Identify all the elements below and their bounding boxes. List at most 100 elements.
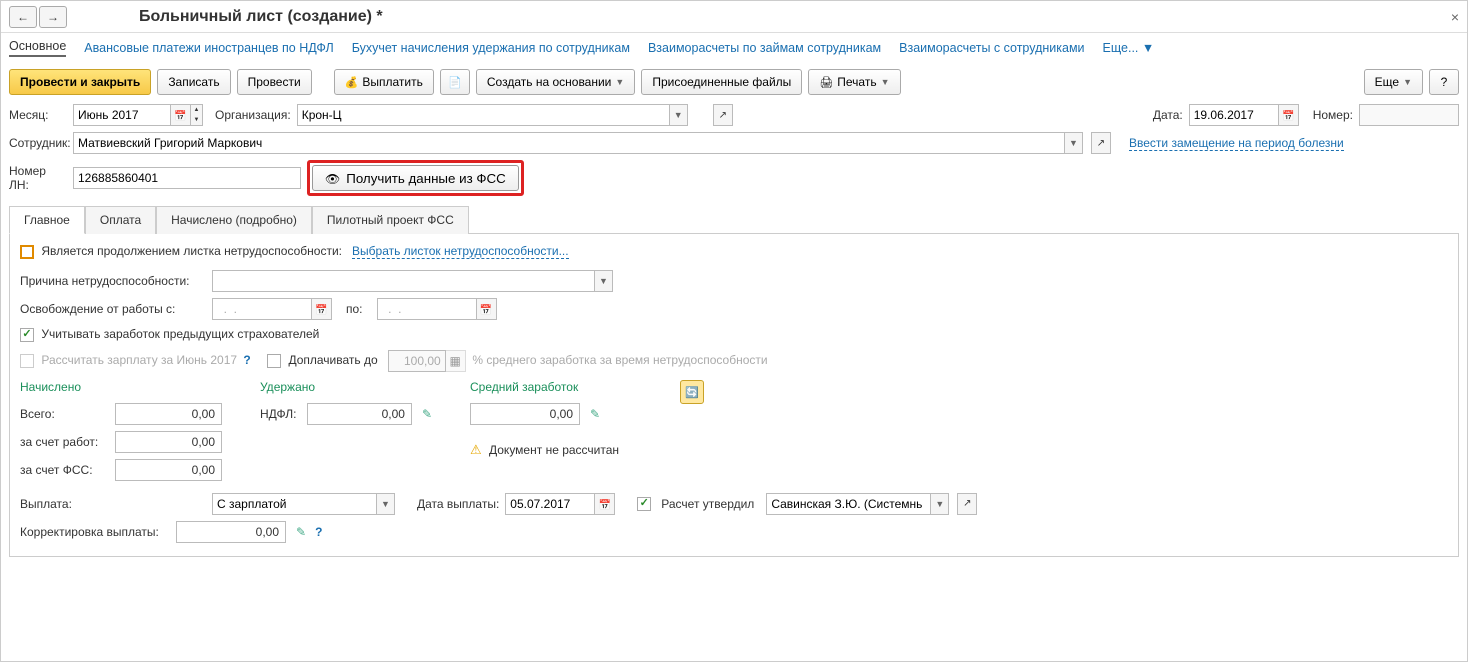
org-input[interactable]: [297, 104, 670, 126]
nav-main[interactable]: Основное: [9, 39, 66, 57]
prev-insurers-label: Учитывать заработок предыдущих страховат…: [41, 327, 319, 341]
pay-button[interactable]: Выплатить: [334, 69, 434, 95]
withheld-heading: Удержано: [260, 380, 440, 394]
approver-dropdown-button[interactable]: ▼: [931, 493, 949, 515]
org-open-button[interactable]: ↗: [713, 104, 733, 126]
release-from-calendar[interactable]: [312, 298, 332, 320]
more-button[interactable]: Еще ▼: [1364, 69, 1423, 95]
month-calendar-button[interactable]: [171, 104, 191, 126]
employer-label: за счет работ:: [20, 435, 109, 449]
nav-advance-payments[interactable]: Авансовые платежи иностранцев по НДФЛ: [84, 41, 333, 55]
approved-checkbox[interactable]: [637, 497, 651, 511]
approver-input[interactable]: [766, 493, 931, 515]
fss-highlight: Получить данные из ФСС: [307, 160, 524, 196]
continuation-label: Является продолжением листка нетрудоспос…: [41, 244, 342, 258]
ndfl-edit-icon[interactable]: ✎: [422, 407, 432, 421]
print-icon: [819, 75, 833, 89]
ln-input[interactable]: [73, 167, 301, 189]
calc-salary-checkbox: [20, 354, 34, 368]
tabs: Главное Оплата Начислено (подробно) Пило…: [9, 205, 1459, 234]
nav-loans[interactable]: Взаиморасчеты по займам сотрудникам: [648, 41, 881, 55]
release-from-label: Освобождение от работы с:: [20, 302, 206, 316]
create-based-button[interactable]: Создать на основании ▼: [476, 69, 635, 95]
continuation-checkbox[interactable]: [20, 245, 34, 259]
calendar-icon: [599, 497, 611, 511]
tab-accrued-detail[interactable]: Начислено (подробно): [156, 206, 312, 234]
write-button[interactable]: Записать: [157, 69, 230, 95]
total-value[interactable]: 0,00: [115, 403, 222, 425]
payout-dropdown-button[interactable]: ▼: [377, 493, 395, 515]
nav-forward-button[interactable]: →: [39, 6, 67, 28]
approver-open-button[interactable]: ↗: [957, 493, 977, 515]
section-nav: Основное Авансовые платежи иностранцев п…: [1, 33, 1467, 63]
avg-value[interactable]: 0,00: [470, 403, 580, 425]
total-label: Всего:: [20, 407, 109, 421]
employee-label: Сотрудник:: [9, 136, 67, 150]
prev-insurers-checkbox[interactable]: [20, 328, 34, 342]
doc-icon-button[interactable]: [440, 69, 470, 95]
help-correction[interactable]: ?: [315, 525, 322, 539]
date-label: Дата:: [1153, 108, 1183, 122]
topup-spinner-button: ▦: [446, 350, 466, 372]
post-and-close-button[interactable]: Провести и закрыть: [9, 69, 151, 95]
release-to-calendar[interactable]: [477, 298, 497, 320]
nav-more-dropdown[interactable]: Еще... ▼: [1103, 41, 1155, 55]
topbar: ← → Больничный лист (создание) * ×: [1, 1, 1467, 33]
topup-checkbox[interactable]: [267, 354, 281, 368]
nav-back-button[interactable]: ←: [9, 6, 37, 28]
ndfl-value[interactable]: 0,00: [307, 403, 411, 425]
avg-edit-icon[interactable]: ✎: [590, 407, 600, 421]
calendar-icon: [1282, 108, 1294, 122]
nav-accounting[interactable]: Бухучет начисления удержания по сотрудни…: [352, 41, 630, 55]
tab-payment[interactable]: Оплата: [85, 206, 156, 234]
payout-input[interactable]: [212, 493, 377, 515]
release-to-input[interactable]: [377, 298, 477, 320]
number-input[interactable]: [1359, 104, 1459, 126]
org-label: Организация:: [215, 108, 291, 122]
date-input[interactable]: [1189, 104, 1279, 126]
correction-label: Корректировка выплаты:: [20, 525, 170, 539]
approved-label: Расчет утвердил: [661, 497, 754, 511]
month-input[interactable]: [73, 104, 171, 126]
refresh-icon: [685, 385, 699, 399]
payout-date-calendar[interactable]: [595, 493, 615, 515]
attached-files-button[interactable]: Присоединенные файлы: [641, 69, 802, 95]
correction-edit-icon[interactable]: ✎: [296, 525, 306, 539]
toolbar: Провести и закрыть Записать Провести Вып…: [1, 63, 1467, 101]
payout-date-input[interactable]: [505, 493, 595, 515]
print-button[interactable]: Печать ▼: [808, 69, 900, 95]
close-button[interactable]: ×: [1451, 9, 1459, 25]
select-sheet-link[interactable]: Выбрать листок нетрудоспособности...: [352, 244, 569, 259]
recalculate-button[interactable]: [680, 380, 704, 404]
release-from-input[interactable]: [212, 298, 312, 320]
arrow-left-icon: ←: [17, 10, 29, 24]
employee-dropdown-button[interactable]: ▼: [1065, 132, 1083, 154]
date-calendar-button[interactable]: [1279, 104, 1299, 126]
reason-input[interactable]: [212, 270, 595, 292]
warning-icon: ⚠: [470, 442, 482, 457]
eye-icon: [325, 171, 340, 186]
reason-dropdown-button[interactable]: ▼: [595, 270, 613, 292]
fss-share-value[interactable]: 0,00: [115, 459, 222, 481]
help-calc-salary[interactable]: ?: [243, 353, 250, 367]
not-calculated-text: Документ не рассчитан: [489, 443, 619, 457]
calendar-icon: [480, 302, 492, 316]
org-dropdown-button[interactable]: ▼: [670, 104, 688, 126]
calendar-icon: [174, 108, 186, 122]
get-fss-data-button[interactable]: Получить данные из ФСС: [312, 165, 519, 191]
employee-open-button[interactable]: ↗: [1091, 132, 1111, 154]
help-button[interactable]: ?: [1429, 69, 1459, 95]
page-title: Больничный лист (создание) *: [139, 8, 383, 26]
fss-share-label: за счет ФСС:: [20, 463, 109, 477]
tab-main[interactable]: Главное: [9, 206, 85, 234]
employee-input[interactable]: [73, 132, 1065, 154]
nav-settlements[interactable]: Взаиморасчеты с сотрудниками: [899, 41, 1084, 55]
calc-salary-label: Рассчитать зарплату за Июнь 2017: [41, 353, 237, 367]
post-button[interactable]: Провести: [237, 69, 312, 95]
reason-label: Причина нетрудоспособности:: [20, 274, 206, 288]
substitution-link[interactable]: Ввести замещение на период болезни: [1129, 136, 1344, 151]
month-spinner[interactable]: ▲▼: [191, 104, 203, 126]
correction-value[interactable]: 0,00: [176, 521, 286, 543]
tab-pilot-fss[interactable]: Пилотный проект ФСС: [312, 206, 469, 234]
employer-value[interactable]: 0,00: [115, 431, 222, 453]
